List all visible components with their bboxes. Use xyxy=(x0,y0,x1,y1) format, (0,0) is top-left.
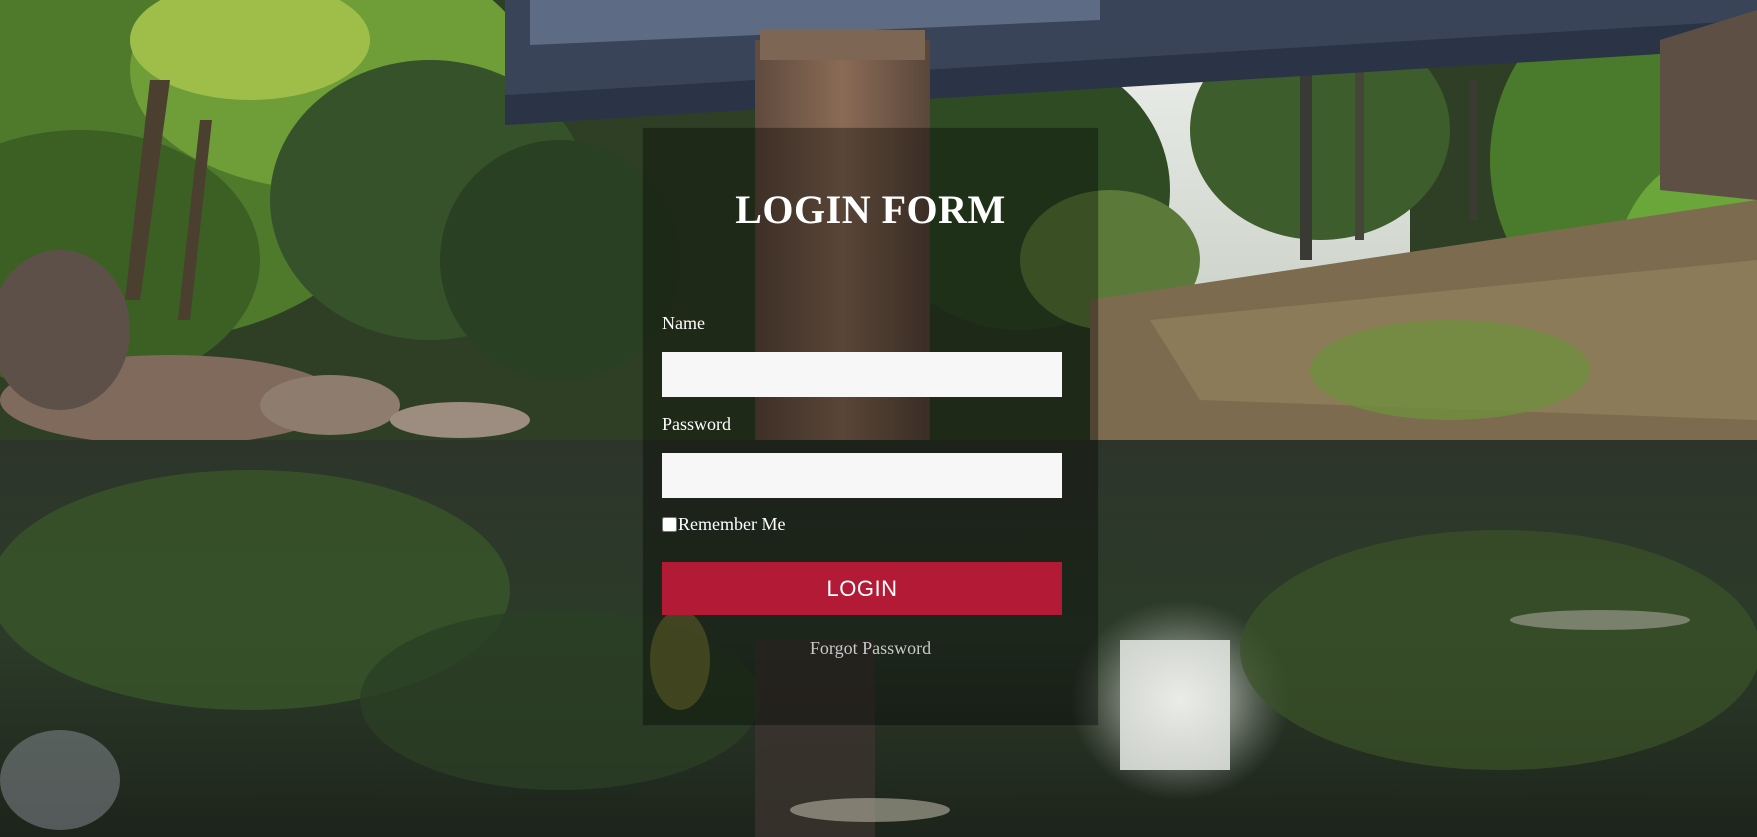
remember-me-label: Remember Me xyxy=(678,514,786,534)
name-label: Name xyxy=(662,313,705,333)
form-title: LOGIN FORM xyxy=(735,187,1006,232)
login-form-panel: LOGIN FORM Name Password Remember Me LOG… xyxy=(643,128,1098,725)
name-input[interactable] xyxy=(662,352,1062,397)
login-button[interactable]: LOGIN xyxy=(662,562,1062,615)
remember-me-checkbox[interactable] xyxy=(662,517,677,532)
password-input[interactable] xyxy=(662,453,1062,498)
remember-me-row: Remember Me xyxy=(662,514,785,535)
forgot-password-link[interactable]: Forgot Password xyxy=(643,638,1098,659)
password-label: Password xyxy=(662,414,732,434)
